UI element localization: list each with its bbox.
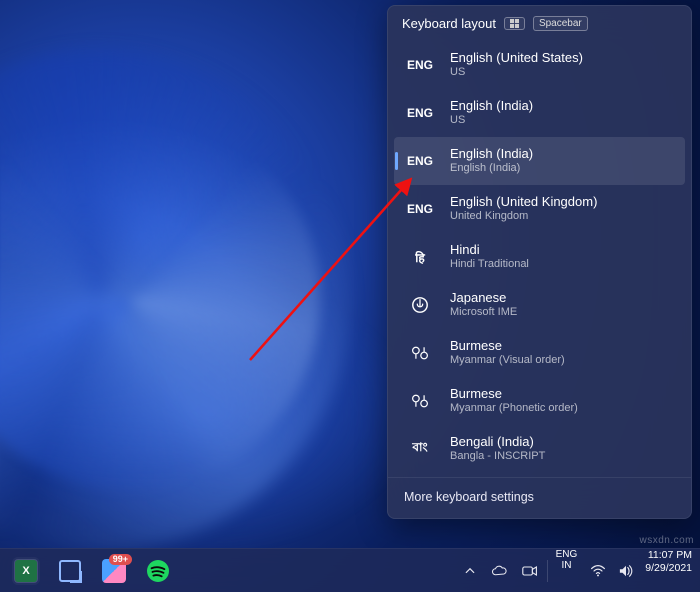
layout-name: Burmese — [450, 386, 578, 402]
taskbar-widgets[interactable]: 99+ — [94, 551, 134, 591]
layout-sub: Microsoft IME — [450, 306, 517, 320]
layout-sub: Hindi Traditional — [450, 258, 529, 272]
layout-sub: US — [450, 114, 533, 128]
layout-texts: English (United Kingdom)United Kingdom — [450, 194, 597, 224]
widgets-badge: 99+ — [109, 554, 132, 565]
layout-code: ENG — [404, 202, 436, 216]
language-line2: IN — [561, 560, 571, 571]
layout-item-6[interactable]: BurmeseMyanmar (Visual order) — [394, 329, 685, 377]
snip-icon — [59, 560, 81, 582]
excel-icon: X — [15, 560, 37, 582]
spotify-icon — [147, 560, 169, 582]
tray-meetnow[interactable] — [515, 549, 545, 592]
layout-texts: English (United States)US — [450, 50, 583, 80]
layout-texts: English (India)US — [450, 98, 533, 128]
layout-name: English (United Kingdom) — [450, 194, 597, 210]
layout-code: ENG — [404, 106, 436, 120]
layout-item-1[interactable]: ENG English (India)US — [394, 89, 685, 137]
tray-onedrive[interactable] — [485, 549, 515, 592]
layout-sub: US — [450, 66, 583, 80]
burmese-icon — [411, 392, 429, 410]
layout-name: Bengali (India) — [450, 434, 545, 450]
layout-name: Hindi — [450, 242, 529, 258]
wifi-icon — [589, 562, 607, 580]
layout-name: Burmese — [450, 338, 565, 354]
burmese-icon — [411, 344, 429, 362]
layout-texts: English (India)English (India) — [450, 146, 533, 176]
tray-overflow-button[interactable] — [455, 549, 485, 592]
cloud-icon — [491, 562, 509, 580]
japanese-icon — [411, 296, 429, 314]
tray-divider — [547, 560, 548, 582]
tray-language-indicator[interactable]: ENG IN — [550, 549, 584, 592]
layout-sub: English (India) — [450, 162, 533, 176]
language-line1: ENG — [556, 549, 578, 560]
tray-clock[interactable]: 11:07 PM 9/29/2021 — [641, 549, 700, 592]
layout-sub: United Kingdom — [450, 210, 597, 224]
taskbar-app-sniptool[interactable] — [50, 551, 90, 591]
layout-item-5[interactable]: JapaneseMicrosoft IME — [394, 281, 685, 329]
layout-item-7[interactable]: BurmeseMyanmar (Phonetic order) — [394, 377, 685, 425]
tray-quick-settings[interactable] — [583, 549, 641, 592]
clock-date: 9/29/2021 — [645, 562, 692, 575]
spacebar-key-hint: Spacebar — [533, 16, 588, 31]
flyout-title: Keyboard layout — [402, 16, 496, 31]
layout-texts: BurmeseMyanmar (Visual order) — [450, 338, 565, 368]
layout-item-0[interactable]: ENG English (United States)US — [394, 41, 685, 89]
layout-code: বাং — [404, 439, 436, 459]
layout-sub: Bangla - INSCRIPT — [450, 450, 545, 464]
layout-list: ENGEnglish (United States)USENGEnglish (… — [388, 37, 691, 477]
watermark: wsxdn.com — [639, 535, 694, 546]
layout-code — [404, 344, 436, 362]
layout-item-4[interactable]: हि HindiHindi Traditional — [394, 233, 685, 281]
layout-texts: HindiHindi Traditional — [450, 242, 529, 272]
taskbar-pinned-apps: X 99+ — [0, 551, 178, 591]
layout-name: English (United States) — [450, 50, 583, 66]
taskbar: X 99+ — [0, 548, 700, 592]
camera-icon — [521, 562, 539, 580]
layout-name: English (India) — [450, 98, 533, 114]
layout-texts: Bengali (India)Bangla - INSCRIPT — [450, 434, 545, 464]
keyboard-layout-flyout: Keyboard layout Spacebar ENG English (Uni… — [387, 5, 692, 519]
layout-sub: Myanmar (Visual order) — [450, 354, 565, 368]
layout-code: ENG — [404, 154, 436, 168]
clock-time: 11:07 PM — [648, 549, 692, 562]
layout-code: ENG — [404, 58, 436, 72]
layout-code — [404, 392, 436, 410]
chevron-up-icon — [461, 562, 479, 580]
volume-icon — [617, 562, 635, 580]
taskbar-system-tray: ENG IN 11:07 PM 9/29/2021 — [455, 549, 700, 592]
more-keyboard-settings-link[interactable]: More keyboard settings — [388, 477, 691, 518]
taskbar-app-spotify[interactable] — [138, 551, 178, 591]
layout-code: हि — [404, 249, 436, 266]
taskbar-app-excel[interactable]: X — [6, 551, 46, 591]
layout-name: English (India) — [450, 146, 533, 162]
layout-item-3[interactable]: ENG English (United Kingdom)United Kingdo… — [394, 185, 685, 233]
win-key-icon — [504, 17, 525, 30]
flyout-header: Keyboard layout Spacebar — [388, 6, 691, 37]
layout-sub: Myanmar (Phonetic order) — [450, 402, 578, 416]
layout-item-8[interactable]: বাং Bengali (India)Bangla - INSCRIPT — [394, 425, 685, 473]
layout-name: Japanese — [450, 290, 517, 306]
layout-texts: JapaneseMicrosoft IME — [450, 290, 517, 320]
layout-item-2[interactable]: ENG English (India)English (India) — [394, 137, 685, 185]
layout-texts: BurmeseMyanmar (Phonetic order) — [450, 386, 578, 416]
layout-code — [404, 296, 436, 314]
